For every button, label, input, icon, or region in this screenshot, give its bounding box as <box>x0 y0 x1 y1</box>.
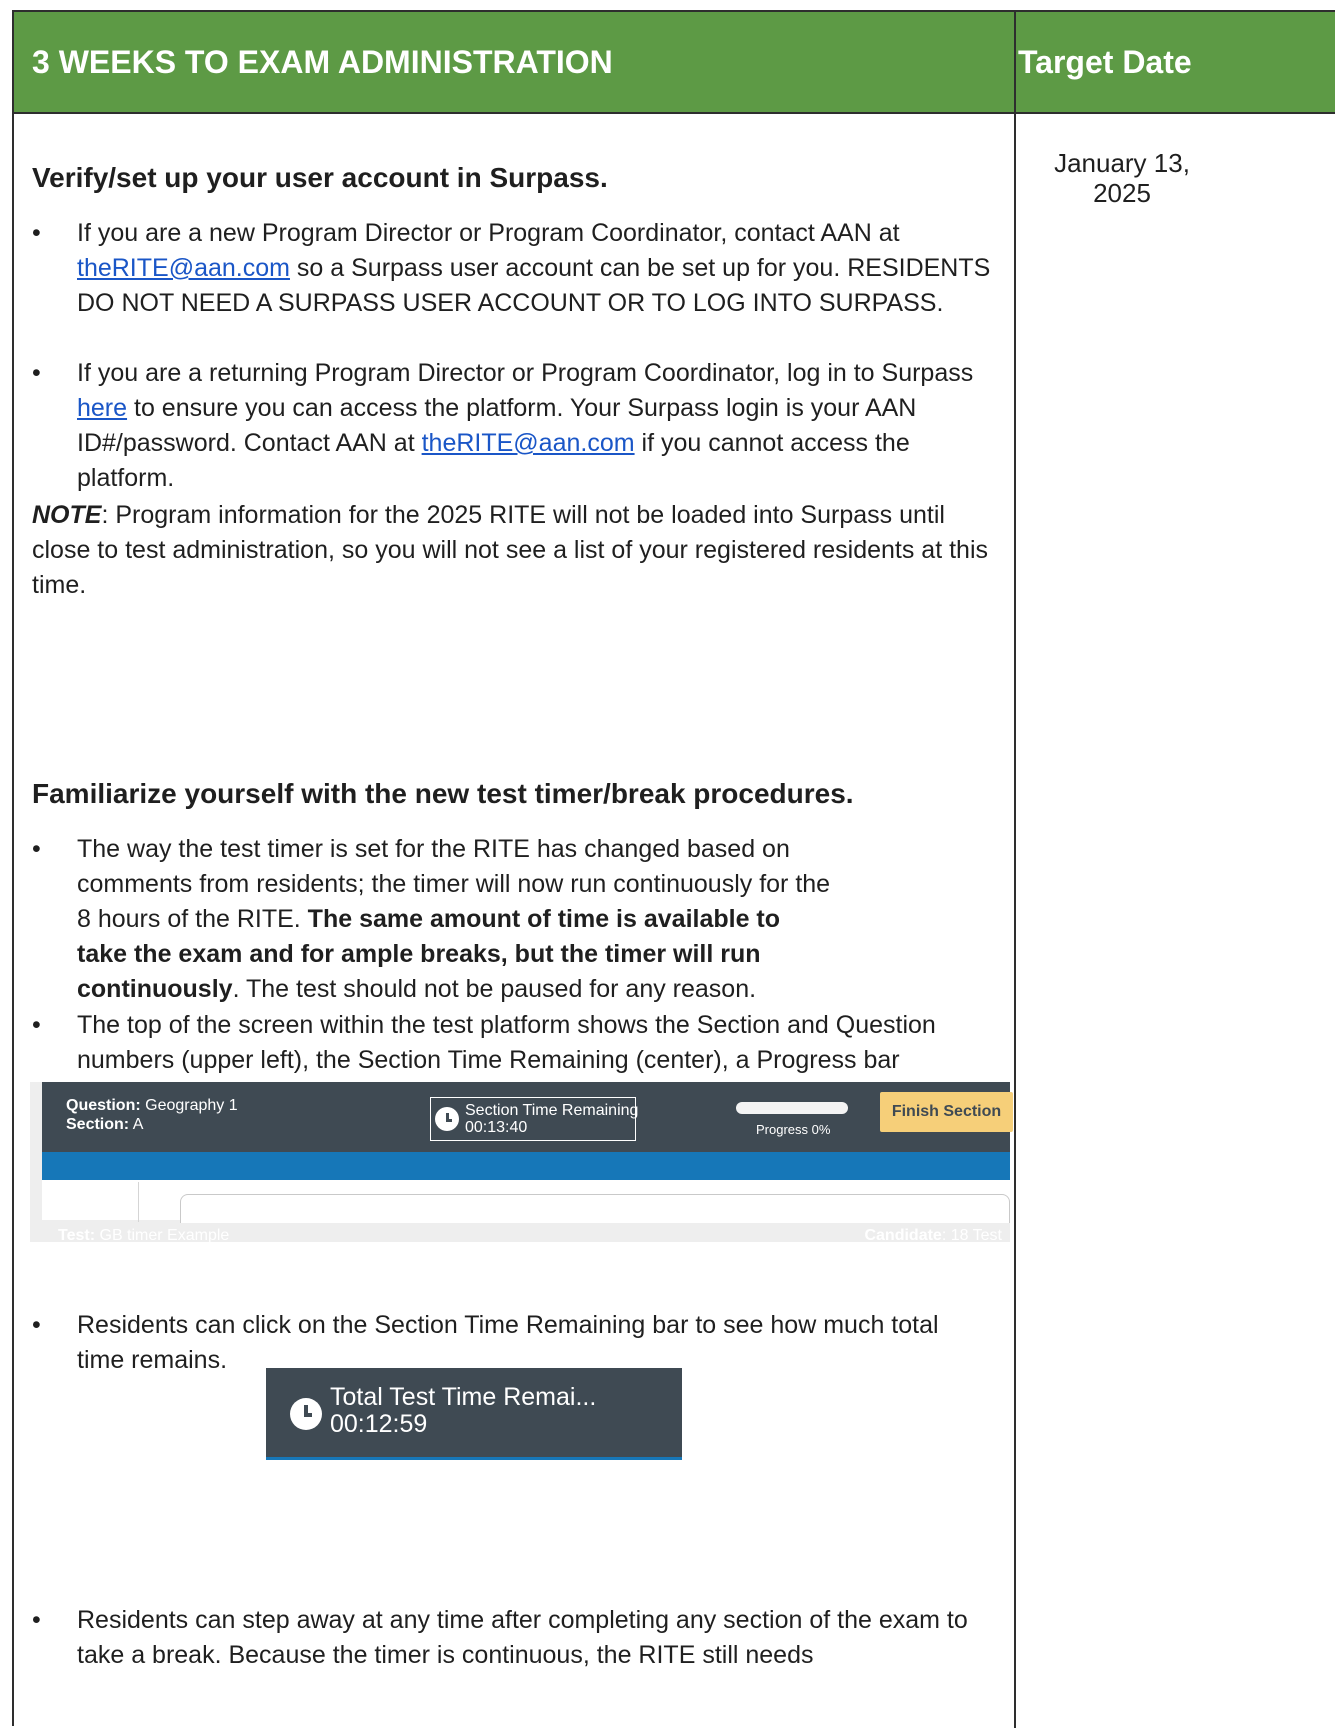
timer-value: 00:13:40 <box>465 1119 528 1136</box>
timer-text: Section Time Remaining 00:13:40 <box>465 1102 638 1136</box>
schedule-table: 3 WEEKS TO EXAM ADMINISTRATION Target Da… <box>12 10 1335 1728</box>
question-label: Question: <box>66 1097 141 1114</box>
test-top-bar: Question: Geography 1 Section: A Section… <box>42 1082 1013 1152</box>
email-link[interactable]: theRITE@aan.com <box>77 254 290 282</box>
candidate-value: : 18 Test <box>941 1227 1002 1244</box>
total-timer-value: 00:12:59 <box>330 1410 428 1438</box>
section2-bullets-1: The way the test timer is set for the RI… <box>32 832 832 1007</box>
test-header-screenshot: Question: Geography 1 Section: A Section… <box>30 1082 1013 1244</box>
timer-title: Section Time Remaining <box>465 1102 639 1119</box>
note-paragraph: NOTE: Program information for the 2025 R… <box>32 498 992 603</box>
table-header: 3 WEEKS TO EXAM ADMINISTRATION Target Da… <box>14 12 1335 114</box>
note-text: : Program information for the 2025 RITE … <box>32 501 989 599</box>
test-info-bar: Test: GB timer Example Candidate: 18 Tes… <box>42 1152 1010 1244</box>
progress-bar <box>736 1102 848 1114</box>
clock-icon <box>290 1398 322 1430</box>
list-item: If you are a returning Program Director … <box>32 356 1002 496</box>
list-item: Residents can step away at any time afte… <box>32 1603 982 1673</box>
section-label: Section: <box>66 1116 130 1133</box>
section2-heading: Familiarize yourself with the new test t… <box>32 778 854 809</box>
section1-bullets-2: If you are a returning Program Director … <box>32 356 1002 496</box>
column-divider <box>1014 12 1016 1728</box>
test-value: GB timer Example <box>95 1227 230 1244</box>
candidate-label: Candidate <box>864 1227 942 1244</box>
target-date-line2: 2025 <box>1093 178 1151 208</box>
total-timer-title: Total Test Time Remai... <box>330 1383 597 1411</box>
target-date: January 13, 2025 <box>1018 148 1226 208</box>
candidate-name: Candidate: 18 Test <box>864 1226 1002 1246</box>
clock-icon <box>435 1107 459 1131</box>
test-label: Test: <box>58 1227 96 1244</box>
test-name: Test: GB timer Example <box>58 1226 229 1246</box>
list-item: The way the test timer is set for the RI… <box>32 832 832 1007</box>
total-time-screenshot[interactable]: Total Test Time Remai... 00:12:59 <box>266 1368 682 1460</box>
bullet-text: If you are a returning Program Director … <box>77 359 974 387</box>
section-time-remaining-button[interactable]: Section Time Remaining 00:13:40 <box>430 1097 638 1141</box>
bullet-text: If you are a new Program Director or Pro… <box>77 219 900 247</box>
email-link[interactable]: theRITE@aan.com <box>422 429 635 457</box>
surpass-login-link[interactable]: here <box>77 394 127 422</box>
progress-label: Progress 0% <box>756 1122 831 1137</box>
section2-bullets-4: Residents can step away at any time afte… <box>32 1603 982 1673</box>
list-item: If you are a new Program Director or Pro… <box>32 216 1002 321</box>
header-title: 3 WEEKS TO EXAM ADMINISTRATION <box>32 44 613 80</box>
target-date-line1: January 13, <box>1054 148 1190 178</box>
section1-heading: Verify/set up your user account in Surpa… <box>32 162 608 193</box>
question-value: Geography 1 <box>140 1097 238 1114</box>
divider <box>138 1182 139 1222</box>
question-section-info: Question: Geography 1 Section: A <box>66 1096 238 1134</box>
finish-section-button[interactable]: Finish Section <box>880 1092 1013 1132</box>
header-target-date-label: Target Date <box>1018 44 1192 80</box>
bullet-text: . The test should not be paused for any … <box>232 975 757 1003</box>
note-label: NOTE <box>32 501 102 529</box>
total-timer-text: Total Test Time Remai... 00:12:59 <box>330 1384 596 1438</box>
section1-bullets: If you are a new Program Director or Pro… <box>32 216 1002 321</box>
question-panel-frame <box>180 1194 1010 1223</box>
section-value: A <box>129 1116 144 1133</box>
